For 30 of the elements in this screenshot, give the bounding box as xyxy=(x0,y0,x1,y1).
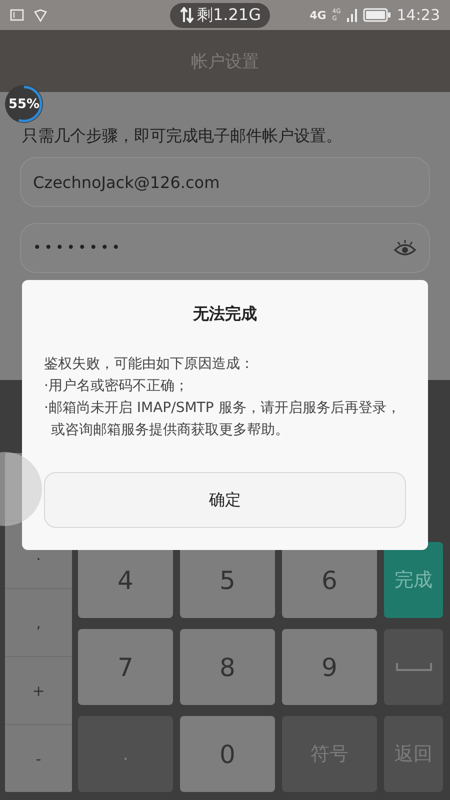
keyboard-key[interactable]: 9 xyxy=(282,629,377,705)
eye-icon[interactable] xyxy=(393,239,417,257)
symbol-key[interactable]: + xyxy=(5,656,72,724)
keyboard-key[interactable]: 7 xyxy=(78,629,173,705)
dialog-message: 鉴权失败，可能由如下原因造成： xyxy=(44,355,255,374)
dialog-title: 无法完成 xyxy=(192,304,258,325)
network-label: 4G xyxy=(310,8,326,22)
dialog-reason: ·邮箱尚未开启 IMAP/SMTP 服务，请开启服务后再登录，或咨询邮箱服务提供商获取更多帮助。 xyxy=(44,399,402,440)
dialog-reason: ·用户名或密码不正确； xyxy=(44,377,190,396)
shield-icon xyxy=(34,8,47,22)
clock: 14:23 xyxy=(396,6,440,24)
keyboard-key[interactable]: . xyxy=(78,716,173,792)
symbol-key[interactable]: - xyxy=(5,724,72,792)
keyboard-key[interactable]: 完成 xyxy=(384,542,443,618)
ok-button[interactable]: 确定 xyxy=(44,472,406,528)
data-arrows-icon xyxy=(178,7,195,23)
intro-text: 只需几个步骤，即可完成电子邮件帐户设置。 xyxy=(22,126,343,147)
battery-icon xyxy=(362,8,391,22)
progress-label: 55% xyxy=(8,96,40,112)
keyboard-key[interactable]: 0 xyxy=(180,716,275,792)
email-field[interactable]: CzechnoJack@126.com xyxy=(20,157,430,207)
symbol-key[interactable]: , xyxy=(5,588,72,656)
signal-icon xyxy=(346,8,357,22)
progress-ring xyxy=(4,84,44,124)
data-usage-badge: 剩1.21G xyxy=(170,2,270,28)
space-key[interactable] xyxy=(384,629,443,705)
space-icon xyxy=(396,662,432,672)
password-field[interactable]: •••••••• xyxy=(20,223,430,273)
keyboard-key[interactable]: 8 xyxy=(180,629,275,705)
notification-icon xyxy=(10,9,24,21)
